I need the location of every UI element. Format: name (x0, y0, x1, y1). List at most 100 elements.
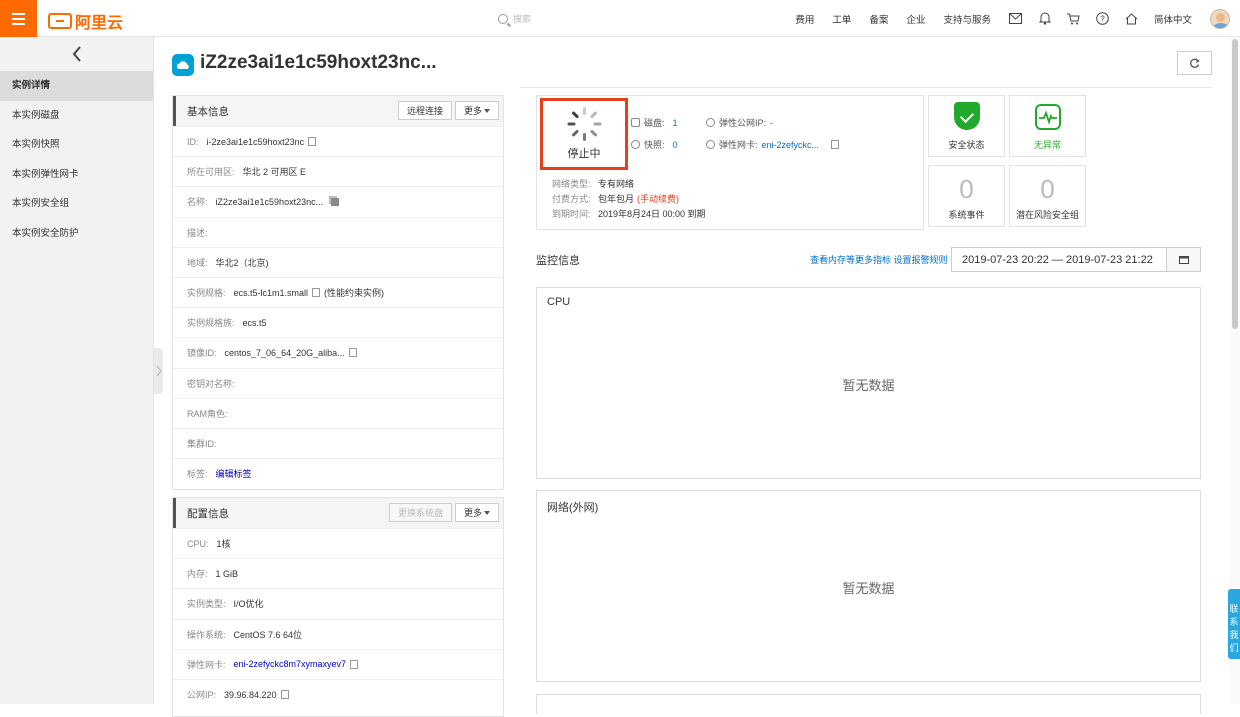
sidebar-item-enis[interactable]: 本实例弹性网卡 (0, 160, 153, 190)
monitor-links[interactable]: 查看内存等更多指标 设置报警规则 (810, 253, 948, 266)
network-chart: 网络(外网) 暂无数据 (536, 490, 1201, 682)
contact-label: 联系我们 (1229, 604, 1239, 653)
nav-enterprise[interactable]: 企业 (906, 12, 925, 26)
spinner-petal (589, 129, 598, 138)
config-more-button[interactable]: 更多 (454, 503, 499, 522)
sidebar-collapse-handle[interactable] (154, 348, 163, 394)
calendar-icon[interactable] (1166, 248, 1200, 271)
eni-short-link[interactable]: eni-2zefyckc... (762, 140, 820, 150)
home-icon[interactable] (1125, 12, 1139, 26)
manual-renew-link[interactable]: (手动续费) (637, 192, 679, 205)
risk-groups-tile[interactable]: 0 潜在风险安全组 (1009, 165, 1086, 227)
menu-icon[interactable] (0, 0, 37, 37)
config-row-cpu: CPU: 1核 (173, 528, 503, 558)
edit-tags-link[interactable]: 编辑标签 (216, 467, 252, 480)
copy-icon[interactable] (829, 138, 840, 149)
remote-connect-button[interactable]: 远程连接 (397, 101, 452, 120)
stat-label: 快照: (644, 140, 665, 150)
message-icon[interactable] (1009, 12, 1023, 26)
info-row-name: 名称: iZ2ze3ai1e1c59hoxt23nc... (173, 186, 503, 216)
date-range-picker[interactable]: 2019-07-23 20:22 — 2019-07-23 21:22 (951, 247, 1201, 272)
meta-value: 包年包月 (598, 194, 635, 204)
tile-label: 安全状态 (948, 140, 985, 150)
eni-stat: 弹性网卡: eni-2zefyckc... (706, 138, 840, 151)
config-row-public-ip: 公网IP: 39.96.84.220 (173, 678, 503, 709)
nav-fees[interactable]: 费用 (795, 12, 814, 26)
help-icon[interactable]: ? (1096, 12, 1110, 26)
disk-count-link[interactable]: 1 (673, 118, 678, 128)
info-row-instance-type: 实例规格: ecs.t5-lc1m1.small (性能约束实例) (173, 276, 503, 307)
sidebar-item-security-groups[interactable]: 本实例安全组 (0, 189, 153, 219)
nav-support[interactable]: 支持与服务 (943, 12, 991, 26)
copy-icon[interactable] (310, 286, 321, 298)
monitor-title: 监控信息 (536, 255, 580, 267)
sidebar-item-snapshots[interactable]: 本实例快照 (0, 130, 153, 160)
info-row-ram-role: RAM角色: (173, 397, 503, 428)
info-row-zone: 所在可用区: 华北 2 可用区 E (173, 156, 503, 186)
next-chart-peek (536, 694, 1201, 714)
row-label: 公网IP: (187, 690, 217, 701)
row-label: 实例规格族: (187, 318, 235, 329)
config-row-memory: 内存: 1 GiB (173, 558, 503, 588)
tile-label: 无异常 (1033, 140, 1061, 150)
info-row-image-id: 镜像ID: centos_7_06_64_20G_aliba... (173, 337, 503, 367)
search-box[interactable]: 搜索 (498, 12, 531, 25)
row-value: 1核 (216, 539, 231, 550)
ecs-cloud-icon (172, 54, 194, 76)
row-label: 密钥对名称: (187, 378, 235, 389)
billing-meta: 付费方式: 包年包月 (手动续费) (552, 192, 679, 205)
edit-icon[interactable] (331, 197, 340, 206)
meta-value: 2019年8月24日 00:00 到期 (598, 209, 706, 219)
copy-icon[interactable] (306, 135, 317, 147)
nav-tickets[interactable]: 工单 (832, 12, 851, 26)
page-title: iZ2ze3ai1e1c59hoxt23nc... (200, 52, 437, 73)
aliyun-logo[interactable]: 阿里云 (48, 9, 123, 33)
eni-link[interactable]: eni-2zefyckc8m7xymaxyev7 (234, 659, 347, 669)
row-label: 镜像ID: (187, 348, 217, 359)
scrollbar-thumb[interactable] (1232, 39, 1238, 329)
contact-us-tab[interactable]: 联系我们 (1228, 589, 1240, 659)
system-events-tile[interactable]: 0 系统事件 (928, 165, 1005, 227)
basic-info-header: 基本信息 远程连接 更多 (173, 96, 503, 126)
sidebar-item-security-protection[interactable]: 本实例安全防护 (0, 219, 153, 249)
security-status-tile[interactable]: 安全状态 (928, 95, 1005, 157)
avatar[interactable] (1210, 8, 1230, 29)
eni-icon (706, 140, 715, 149)
row-value: 华北2（北京) (215, 257, 269, 268)
back-chevron-icon[interactable] (0, 37, 153, 71)
copy-icon[interactable] (348, 657, 359, 669)
refresh-button[interactable] (1177, 51, 1212, 75)
title-divider (520, 87, 1212, 88)
anomaly-tile[interactable]: 无异常 (1009, 95, 1086, 157)
loading-spinner-icon (567, 107, 602, 141)
row-label: RAM角色: (187, 408, 228, 419)
spinner-petal (571, 110, 580, 119)
tile-label: 系统事件 (948, 210, 985, 220)
basic-more-button[interactable]: 更多 (454, 101, 499, 120)
bell-icon[interactable] (1038, 12, 1052, 26)
disk-stat: 磁盘: 1 (631, 116, 678, 129)
row-label: ID: (187, 136, 199, 147)
sidebar-item-disks[interactable]: 本实例磁盘 (0, 101, 153, 131)
copy-icon[interactable] (278, 688, 289, 700)
row-label: 地域: (187, 257, 208, 268)
nav-icp[interactable]: 备案 (869, 12, 888, 26)
sidebar-item-instance-details[interactable]: 实例详情 (0, 71, 153, 101)
copy-icon[interactable] (346, 346, 357, 358)
info-row-id: ID: i-2ze3ai1e1c59hoxt23nc (173, 126, 503, 156)
date-range-value: 2019-07-23 20:22 — 2019-07-23 21:22 (962, 253, 1153, 266)
cart-icon[interactable] (1067, 12, 1081, 26)
row-label: 标签: (187, 469, 208, 480)
row-label: 集群ID: (187, 438, 217, 449)
snapshot-count-link[interactable]: 0 (673, 140, 678, 150)
logo-mark-icon (48, 13, 72, 29)
chart-title: 网络(外网) (547, 502, 599, 514)
row-value: 1 GiB (215, 568, 239, 579)
events-count: 0 (959, 174, 974, 204)
change-system-disk-button[interactable]: 更换系统盘 (388, 503, 452, 522)
snapshot-stat: 快照: 0 (631, 138, 678, 151)
row-label: 内存: (187, 569, 208, 580)
language-switch[interactable]: 简体中文 (1154, 12, 1192, 26)
instance-status-box: 停止中 (540, 98, 628, 170)
row-label: 描述: (187, 227, 208, 238)
